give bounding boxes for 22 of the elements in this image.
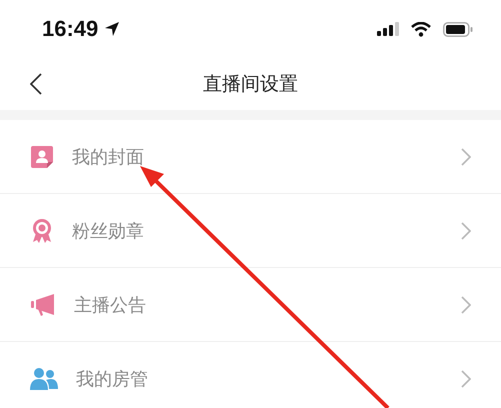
- settings-row[interactable]: 主播公告: [0, 268, 501, 342]
- signal-icon: [377, 22, 399, 36]
- chevron-right-icon: [461, 370, 471, 388]
- location-arrow-icon: [104, 21, 120, 37]
- setting-label: 粉丝勋章: [72, 220, 144, 242]
- rosette-icon: [30, 218, 54, 244]
- setting-label: 主播公告: [74, 294, 146, 316]
- setting-label: 我的房管: [76, 368, 148, 390]
- chevron-right-icon: [461, 148, 471, 166]
- page-title: 直播间设置: [203, 72, 298, 97]
- setting-label: 我的封面: [72, 146, 144, 168]
- settings-row[interactable]: 我的房管: [0, 342, 501, 408]
- wifi-icon: [411, 22, 431, 36]
- status-time: 16:49: [42, 16, 98, 42]
- battery-icon: [443, 22, 473, 36]
- megaphone-icon: [30, 292, 56, 316]
- chevron-right-icon: [461, 222, 471, 240]
- settings-row[interactable]: 粉丝勋章: [0, 194, 501, 268]
- chevron-right-icon: [461, 296, 471, 314]
- profile-card-icon: [30, 144, 54, 168]
- people-icon: [30, 366, 58, 390]
- back-button[interactable]: [28, 71, 44, 97]
